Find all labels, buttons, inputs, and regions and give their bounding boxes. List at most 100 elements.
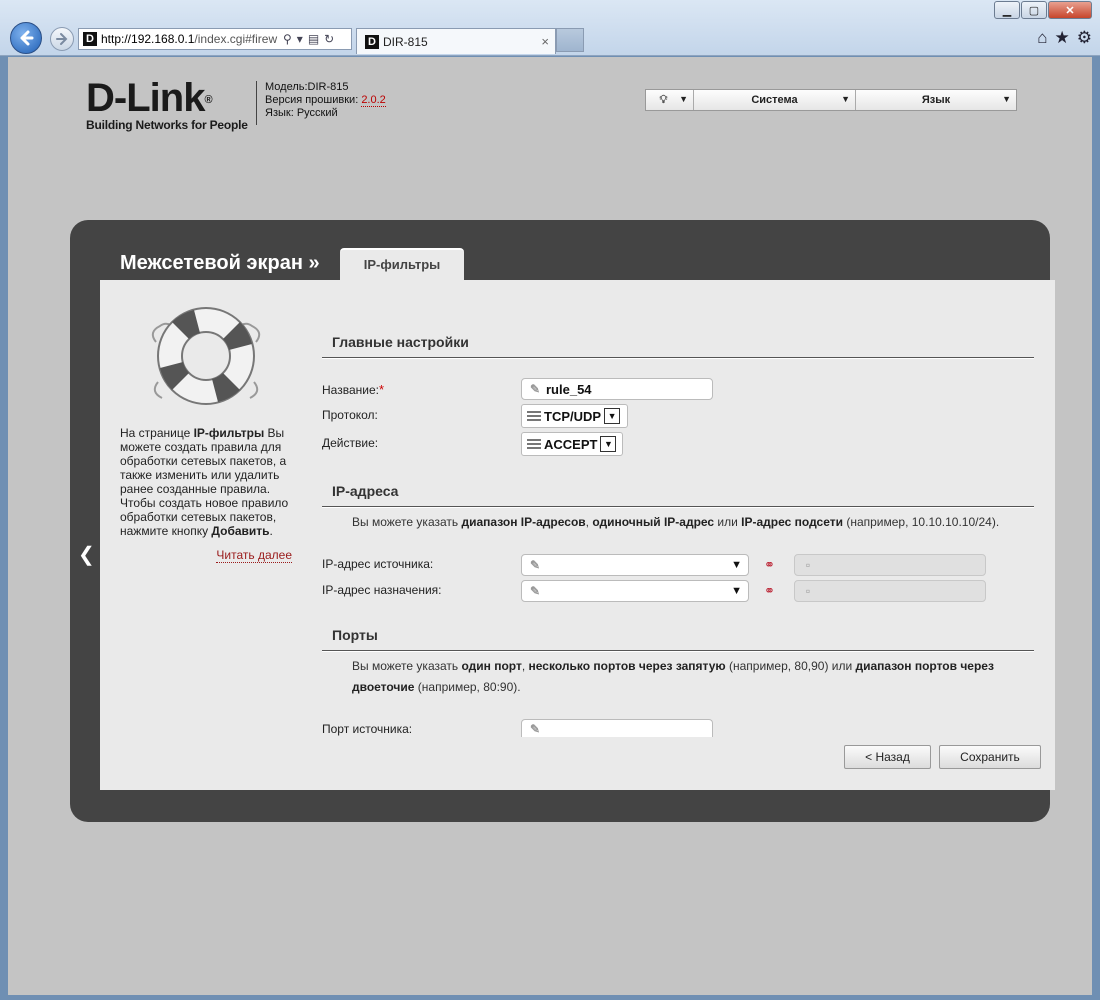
main-panel: Межсетевой экран » IP-фильтры ❮ На стран… xyxy=(70,220,1055,822)
pencil-icon: ✎ xyxy=(529,584,541,598)
save-button[interactable]: Сохранить xyxy=(939,745,1041,769)
hint-part: (например, 10.10.10.10/24). xyxy=(842,515,1000,529)
action-select-value: ACCEPT xyxy=(544,436,598,452)
maximize-button[interactable]: ▢ xyxy=(1021,1,1047,19)
help-text-bold: Добавить xyxy=(211,524,270,538)
firmware-info: Версия прошивки: 2.0.2 xyxy=(265,94,386,107)
divider xyxy=(322,506,1034,508)
chevron-down-icon: ▼ xyxy=(1002,94,1011,104)
chevron-down-icon[interactable]: ▼ xyxy=(731,559,742,571)
required-mark: * xyxy=(378,382,385,397)
chevron-down-icon[interactable]: ▼ xyxy=(600,436,617,452)
logo-tagline: Building Networks for People xyxy=(86,118,248,132)
browser-chrome: ▁ ▢ ✕ D http://192.168.0.1/index.cgi#fir… xyxy=(0,0,1100,56)
divider xyxy=(322,650,1034,652)
hint-bold: IP-адрес подсети xyxy=(741,515,843,529)
refresh-icon[interactable]: ↻ xyxy=(324,32,334,46)
close-window-button[interactable]: ✕ xyxy=(1048,1,1092,19)
device-info: Модель:DIR-815 Версия прошивки: 2.0.2 Яз… xyxy=(256,81,386,125)
help-text-bold: IP-фильтры xyxy=(193,426,265,440)
lifebuoy-icon xyxy=(151,307,261,405)
dest-ip-combobox[interactable]: ✎ ▼ xyxy=(521,580,749,602)
address-bar[interactable]: D http://192.168.0.1/index.cgi#firew ⚲ ▾… xyxy=(78,28,352,50)
browser-back-button[interactable] xyxy=(10,22,42,54)
pencil-icon: ✎ xyxy=(529,721,541,736)
ports-hint: Вы можете указать один порт, несколько п… xyxy=(352,656,1032,698)
new-tab-button[interactable] xyxy=(556,28,584,52)
top-menu: 💡︎ ▼ Система ▼ Язык ▼ xyxy=(645,89,1017,111)
logo-text: D-Link xyxy=(86,76,205,120)
tab-ip-filters[interactable]: IP-фильтры xyxy=(340,248,464,282)
protocol-select[interactable]: TCP/UDP ▼ xyxy=(521,404,628,428)
source-port-input[interactable]: ✎ xyxy=(521,719,713,737)
logo-registered-mark: ® xyxy=(204,94,212,106)
source-ip-label: IP-адрес источника: xyxy=(322,557,434,571)
hint-bold: одиночный IP-адрес xyxy=(592,515,715,529)
tips-menu[interactable]: 💡︎ ▼ xyxy=(646,90,694,110)
source-ip-combobox[interactable]: ✎ ▼ xyxy=(521,554,749,576)
minimize-button[interactable]: ▁ xyxy=(994,1,1020,19)
window-controls: ▁ ▢ ✕ xyxy=(993,1,1092,19)
divider xyxy=(322,357,1034,359)
pencil-icon: ▫ xyxy=(805,584,811,598)
group-title-ip-addresses: IP-адреса xyxy=(332,483,399,499)
tab-title: DIR-815 xyxy=(383,34,428,49)
dest-ip-range-end: ▫ xyxy=(794,580,986,602)
pencil-icon: ✎ xyxy=(529,382,541,396)
compatibility-icon[interactable]: ▤ xyxy=(308,32,319,46)
protocol-label: Протокол: xyxy=(322,408,378,422)
name-input-value: rule_54 xyxy=(546,381,592,397)
hint-bold: несколько портов через запятую xyxy=(528,659,726,673)
hint-part: (например, 80:90). xyxy=(414,680,521,694)
browser-forward-button[interactable] xyxy=(50,27,74,51)
browser-tab[interactable]: D DIR-815 × xyxy=(356,28,556,54)
range-link-icon[interactable]: ⚭ xyxy=(764,557,775,573)
home-icon[interactable]: ⌂ xyxy=(1037,28,1047,48)
hint-part: Вы можете указать xyxy=(352,659,462,673)
ip-addresses-hint: Вы можете указать диапазон IP-адресов, о… xyxy=(352,512,1032,533)
help-text-part: Вы можете создать правила для обработки … xyxy=(120,426,289,538)
chevron-down-icon: ▼ xyxy=(679,94,688,104)
language-menu[interactable]: Язык ▼ xyxy=(856,90,1016,110)
name-label-text: Название: xyxy=(322,383,379,397)
firmware-label: Версия прошивки: xyxy=(265,94,359,106)
search-icon[interactable]: ⚲ xyxy=(283,32,292,46)
system-menu[interactable]: Система ▼ xyxy=(694,90,856,110)
arrow-right-icon xyxy=(56,33,68,45)
list-icon xyxy=(527,410,541,422)
dropdown-arrow-icon[interactable]: ▾ xyxy=(297,32,303,46)
device-model: Модель:DIR-815 xyxy=(265,81,349,93)
range-link-icon[interactable]: ⚭ xyxy=(764,583,775,599)
help-text-part: На странице xyxy=(120,426,194,440)
address-url[interactable]: http://192.168.0.1/index.cgi#firew xyxy=(101,32,279,46)
source-ip-range-end: ▫ xyxy=(794,554,986,576)
tab-close-icon[interactable]: × xyxy=(541,34,549,49)
firmware-version-link[interactable]: 2.0.2 xyxy=(361,94,386,107)
dest-ip-label: IP-адрес назначения: xyxy=(322,583,442,597)
content-area: На странице IP-фильтры Вы можете создать… xyxy=(100,280,1055,790)
help-text-part: . xyxy=(269,524,273,538)
hint-bold: один порт xyxy=(461,659,522,673)
url-path: /index.cgi#firew xyxy=(194,32,278,46)
hint-bold: диапазон IP-адресов xyxy=(461,515,586,529)
dlink-logo: D-Link® Building Networks for People xyxy=(86,76,248,132)
group-title-main-settings: Главные настройки xyxy=(332,334,469,350)
chevron-down-icon: ▼ xyxy=(841,94,850,104)
group-title-ports: Порты xyxy=(332,627,378,643)
language-menu-label: Язык xyxy=(921,94,951,106)
tab-favicon: D xyxy=(365,34,379,49)
system-menu-label: Система xyxy=(751,94,798,106)
read-more-link[interactable]: Читать далее xyxy=(216,548,292,563)
name-input[interactable]: ✎ rule_54 xyxy=(521,378,713,400)
gear-icon[interactable]: ⚙ xyxy=(1077,28,1092,48)
section-title[interactable]: Межсетевой экран » xyxy=(120,252,320,275)
lightbulb-icon: 💡︎ xyxy=(659,93,668,106)
hint-part: , xyxy=(521,659,529,673)
star-icon[interactable]: ★ xyxy=(1055,28,1070,48)
url-host: http://192.168.0.1 xyxy=(101,32,195,46)
back-button[interactable]: < Назад xyxy=(844,745,931,769)
chevron-down-icon[interactable]: ▼ xyxy=(731,585,742,597)
collapse-sidebar-icon[interactable]: ❮ xyxy=(78,542,95,567)
action-select[interactable]: ACCEPT ▼ xyxy=(521,432,623,456)
chevron-down-icon[interactable]: ▼ xyxy=(604,408,621,424)
